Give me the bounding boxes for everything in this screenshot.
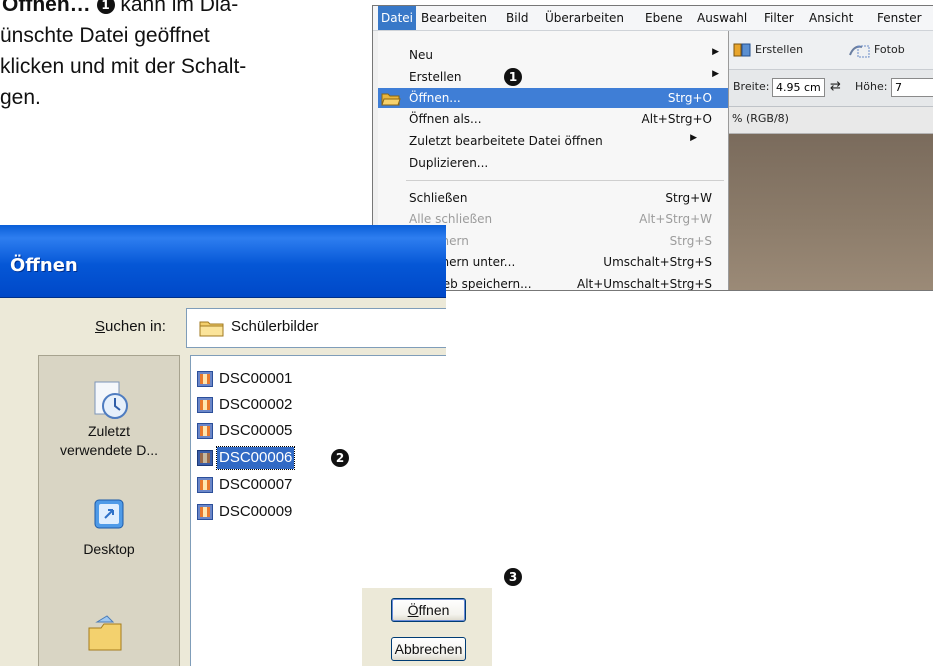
lookin-dropdown[interactable]: Schülerbilder (186, 308, 446, 348)
file-name: DSC00005 (219, 422, 293, 439)
height-label: Höhe: (855, 80, 888, 93)
places-bar: Zuletzt verwendete D... Desktop (38, 355, 180, 666)
menu-bearbeiten[interactable]: Bearbeiten (421, 6, 487, 30)
folder-icon (199, 321, 224, 337)
menu-filter[interactable]: Filter (764, 6, 794, 30)
place-recent-line1: Zuletzt (87, 423, 130, 439)
menu-item-label: Zuletzt bearbeitete Datei öffnen (409, 134, 603, 148)
menu-ansicht[interactable]: Ansicht (809, 6, 853, 30)
menu-datei[interactable]: Datei (378, 6, 417, 30)
menu-item-shortcut: Strg+O (667, 91, 712, 105)
menu-auswahl[interactable]: Auswahl (697, 6, 747, 30)
image-file-icon (197, 450, 213, 466)
menu-item-label: Öffnen als... (409, 112, 482, 126)
menu-ueberarbeiten[interactable]: Überarbeiten (545, 6, 624, 30)
open-button-accesskey: Ö (407, 602, 419, 618)
submenu-arrow-icon: ▶ (690, 133, 697, 143)
instruction-line-1: Öffnen… 1 kann im Dia- (2, 0, 238, 19)
step-marker-2: 2 (331, 449, 349, 467)
height-field[interactable]: 7 (891, 78, 933, 97)
dialog-titlebar[interactable]: Öffnen (0, 225, 446, 298)
lookin-value: Schülerbilder (231, 318, 319, 335)
shortcuts-bar: Erstellen Fotob (728, 31, 933, 70)
desktop-icon (94, 499, 124, 529)
menu-item-erstellen[interactable]: Erstellen 1 ▶ (378, 67, 728, 87)
recent-documents-icon (94, 381, 128, 419)
menu-item-label: Alle schließen (409, 212, 493, 226)
submenu-arrow-icon: ▶ (712, 47, 719, 57)
image-file-icon (197, 371, 213, 387)
step-marker-1-menu: 1 (504, 68, 522, 86)
file-name: DSC00001 (219, 370, 293, 387)
photobook-icon (849, 45, 870, 58)
instruction-line-4: gen. (0, 86, 41, 109)
dialog-buttons-panel: Öffnen Abbrechen (362, 588, 492, 666)
document-tab-label: % (RGB/8) (732, 112, 789, 125)
lookin-label-text: uchen in: (105, 318, 166, 335)
file-name: DSC00002 (219, 396, 293, 413)
menu-item-shortcut: Alt+Strg+W (639, 212, 712, 226)
step-marker-3: 3 (504, 568, 522, 586)
file-name: DSC00009 (219, 503, 293, 520)
open-button[interactable]: Öffnen (391, 598, 466, 622)
step-marker-1: 1 (96, 0, 115, 15)
menu-bar: Datei Bearbeiten Bild Überarbeiten Ebene… (373, 6, 933, 31)
menu-item-shortcut: Alt+Umschalt+Strg+S (576, 277, 712, 291)
menu-fenster[interactable]: Fenster (877, 6, 922, 30)
place-desktop-label: Desktop (83, 541, 135, 557)
menu-item-zuletzt-bearbeitet[interactable]: Zuletzt bearbeitete Datei öffnen ▶ (378, 131, 728, 151)
width-label: Breite: (733, 80, 770, 93)
menu-item-shortcut: Strg+S (669, 234, 712, 248)
menu-item-label: Schließen (409, 191, 468, 205)
cancel-button[interactable]: Abbrechen (391, 637, 466, 661)
menu-separator (406, 180, 724, 181)
dialog-title: Öffnen (10, 255, 78, 276)
open-folder-icon (381, 93, 401, 106)
create-button[interactable]: Erstellen (755, 43, 803, 56)
menu-bild[interactable]: Bild (506, 6, 529, 30)
image-file-icon (197, 397, 213, 413)
create-icon (733, 43, 751, 57)
instruction-line-1-rest: kann im Dia- (114, 0, 239, 16)
menu-item-label: Öffnen... (409, 91, 461, 105)
instruction-line-3: klicken und mit der Schalt- (0, 55, 247, 78)
menu-item-schliessen[interactable]: Schließen Strg+W (378, 188, 728, 208)
place-desktop[interactable]: Desktop (39, 496, 179, 559)
image-canvas[interactable] (728, 134, 933, 290)
menu-item-label: Erstellen (409, 70, 462, 84)
photoshop-elements-window: Datei Bearbeiten Bild Überarbeiten Ebene… (372, 5, 933, 291)
menu-item-shortcut: Strg+W (665, 191, 712, 205)
lookin-label: Suchen in: (95, 318, 166, 335)
photobook-button[interactable]: Fotob (874, 43, 905, 56)
menu-item-oeffnen-als[interactable]: Öffnen als... Alt+Strg+O (378, 109, 728, 129)
swap-icon[interactable]: ⇄ (830, 79, 841, 94)
submenu-arrow-icon: ▶ (712, 69, 719, 79)
open-button-label: ffnen (418, 602, 450, 618)
lookin-label-accesskey: S (95, 318, 106, 335)
image-file-icon (197, 504, 213, 520)
instruction-line-2: ünschte Datei geöffnet (0, 24, 210, 47)
file-name: DSC00007 (219, 476, 293, 493)
image-file-icon (197, 423, 213, 439)
image-file-icon (197, 477, 213, 493)
menu-item-label: Neu (409, 48, 433, 62)
menu-item-oeffnen[interactable]: Öffnen... Strg+O (378, 88, 728, 108)
menu-item-duplizieren[interactable]: Duplizieren... (378, 153, 728, 173)
file-name: DSC00006 (215, 446, 296, 470)
menu-item-neu[interactable]: Neu ▶ (378, 45, 728, 65)
menu-item-label: Duplizieren... (409, 156, 489, 170)
menu-item-shortcut: Alt+Strg+O (641, 112, 712, 126)
options-bar: Breite: 4.95 cm ⇄ Höhe: 7 (728, 70, 933, 107)
place-recent-line2: verwendete D... (59, 442, 159, 458)
menu-ebene[interactable]: Ebene (645, 6, 683, 30)
instruction-bold-open: Öffnen… (2, 0, 91, 16)
menu-item-shortcut: Umschalt+Strg+S (603, 255, 712, 269)
place-recent[interactable]: Zuletzt verwendete D... (39, 378, 179, 460)
document-tab[interactable]: % (RGB/8) (728, 107, 933, 134)
documents-folder-icon[interactable] (83, 614, 127, 654)
width-field[interactable]: 4.95 cm (772, 78, 825, 97)
